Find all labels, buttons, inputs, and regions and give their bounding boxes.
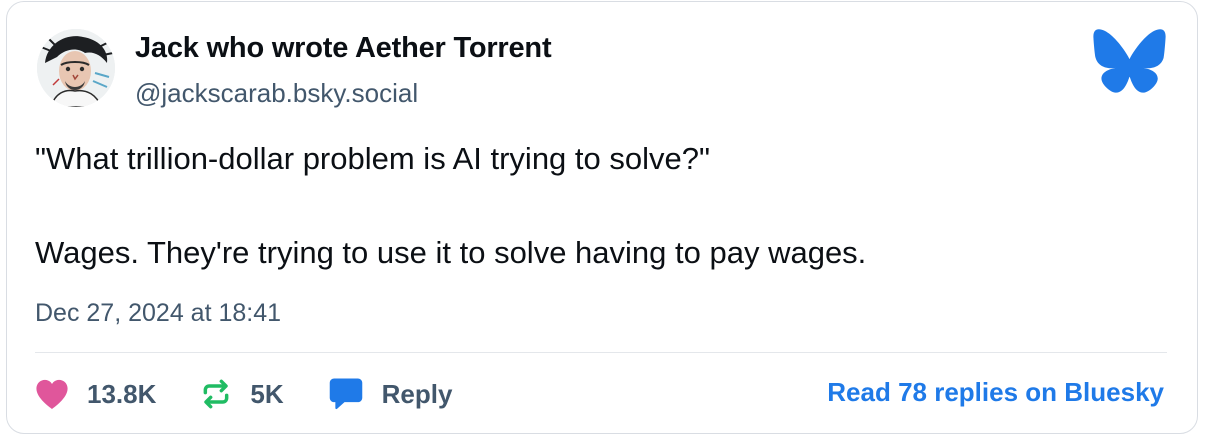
post-actions: 13.8K 5K Reply (35, 372, 496, 416)
reply-button[interactable]: Reply (328, 377, 453, 411)
bluesky-butterfly-icon[interactable] (1092, 28, 1167, 94)
heart-icon (36, 379, 68, 410)
repost-button[interactable]: 5K (200, 378, 284, 410)
like-count: 13.8K (87, 378, 157, 409)
author-handle[interactable]: @jackscarab.bsky.social (135, 78, 418, 109)
post-embed-card: Jack who wrote Aether Torrent @jackscara… (6, 1, 1198, 434)
read-replies-link[interactable]: Read 78 replies on Bluesky (827, 377, 1164, 408)
repost-count: 5K (250, 378, 284, 409)
post-timestamp[interactable]: Dec 27, 2024 at 18:41 (35, 299, 281, 328)
sketch-portrait-avatar-icon (37, 29, 115, 107)
post-text: "What trillion-dollar problem is AI tryi… (35, 135, 1155, 276)
divider (35, 352, 1167, 353)
reply-bubble-icon (329, 378, 362, 410)
avatar[interactable] (37, 29, 115, 107)
repost-icon (203, 379, 229, 409)
post-text-line: "What trillion-dollar problem is AI tryi… (35, 141, 710, 176)
post-text-line: Wages. They're trying to use it to solve… (35, 235, 867, 270)
reply-label: Reply (381, 378, 453, 409)
like-button[interactable]: 13.8K (35, 378, 156, 410)
author-display-name[interactable]: Jack who wrote Aether Torrent (135, 32, 552, 65)
